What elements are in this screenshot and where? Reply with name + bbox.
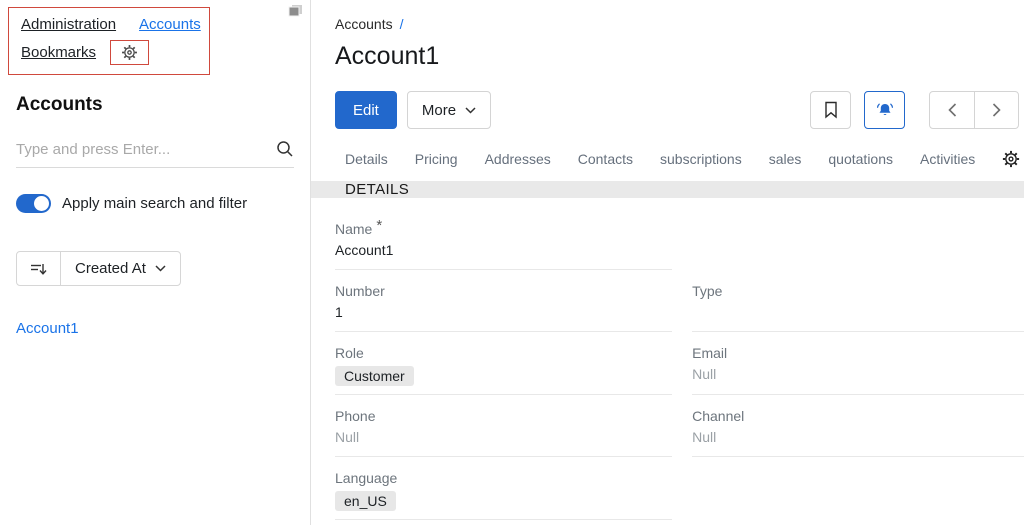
field-email: Email Null [692, 345, 1024, 395]
field-number: Number 1 [335, 283, 673, 332]
chevron-down-icon [465, 106, 476, 114]
more-dropdown-button[interactable]: More [406, 91, 492, 129]
field-name-label: Name * [335, 217, 383, 237]
sort-descending-icon [30, 261, 47, 277]
field-language-label: Language [335, 470, 398, 486]
main-panel: Accounts / Account1 Edit More Details Pr… [311, 0, 1024, 525]
breadcrumb-separator: / [399, 16, 404, 32]
nav-link-accounts[interactable]: Accounts [139, 16, 201, 33]
tab-subscriptions[interactable]: subscriptions [660, 151, 742, 167]
details-fields-grid: Name * Account1 Number 1 Type Role Custom… [311, 217, 1024, 525]
previous-record-button[interactable] [930, 92, 974, 128]
role-badge: Customer [335, 366, 414, 386]
annotation-gear-box [110, 40, 150, 65]
filter-toggle-label: Apply main search and filter [62, 195, 248, 212]
bell-icon [875, 101, 895, 119]
record-pagination [929, 91, 1020, 129]
record-list-item-account1[interactable]: Account1 [16, 320, 294, 337]
toolbar: Edit More [335, 91, 1020, 129]
field-role-label: Role [335, 345, 364, 361]
settings-gear-icon[interactable] [121, 44, 138, 61]
field-name: Name * Account1 [335, 217, 673, 270]
search-icon[interactable] [276, 140, 294, 158]
field-type-value [692, 304, 1024, 323]
edit-button[interactable]: Edit [335, 91, 397, 129]
nav-link-bookmarks[interactable]: Bookmarks [21, 44, 96, 61]
details-section-header: DETAILS [311, 181, 1024, 198]
next-record-button[interactable] [974, 92, 1018, 128]
bookmark-icon [824, 101, 838, 119]
field-phone-value: Null [335, 429, 360, 445]
field-channel-value: Null [692, 429, 717, 445]
sidebar-heading: Accounts [16, 94, 103, 115]
nav-link-administration[interactable]: Administration [21, 16, 116, 33]
field-name-value: Account1 [335, 242, 394, 258]
language-badge: en_US [335, 491, 396, 511]
breadcrumb: Accounts / [335, 16, 1024, 32]
tab-sales[interactable]: sales [769, 151, 802, 167]
field-spacer [692, 470, 1024, 520]
field-type-label: Type [692, 283, 723, 299]
field-email-label: Email [692, 345, 728, 361]
more-label: More [421, 101, 457, 119]
sort-controls: Created At [16, 251, 181, 286]
bookmark-button[interactable] [810, 91, 852, 129]
field-number-value: 1 [335, 304, 343, 320]
field-phone: Phone Null [335, 408, 673, 457]
required-asterisk: * [376, 217, 383, 234]
field-channel-label: Channel [692, 408, 745, 424]
field-number-label: Number [335, 283, 385, 299]
tab-details[interactable]: Details [345, 151, 388, 167]
chevron-down-icon [155, 265, 166, 272]
tab-pricing[interactable]: Pricing [415, 151, 458, 167]
filter-toggle-row: Apply main search and filter [16, 194, 294, 213]
field-language: Language en_US [335, 470, 673, 520]
page-title: Account1 [335, 42, 440, 70]
tab-quotations[interactable]: quotations [828, 151, 893, 167]
field-channel: Channel Null [692, 408, 1024, 457]
field-email-value: Null [692, 366, 717, 382]
sort-direction-button[interactable] [17, 252, 61, 285]
search-input[interactable] [16, 140, 276, 158]
annotation-box: Administration Accounts Bookmarks [8, 7, 210, 75]
field-role-value: Customer [335, 366, 672, 386]
field-phone-label: Phone [335, 408, 376, 424]
field-type: Type [692, 283, 1024, 332]
field-role: Role Customer [335, 345, 673, 395]
tab-activities[interactable]: Activities [920, 151, 975, 167]
sidebar: Administration Accounts Bookmarks Accoun… [0, 0, 311, 525]
sidebar-search [16, 140, 294, 168]
record-tabs: Details Pricing Addresses Contacts subsc… [345, 150, 1020, 168]
reminder-bell-button[interactable] [864, 91, 906, 129]
tab-addresses[interactable]: Addresses [485, 151, 551, 167]
filter-toggle-switch[interactable] [16, 194, 51, 213]
sort-field-label: Created At [75, 260, 146, 277]
tabs-settings-gear-icon[interactable] [1002, 150, 1020, 168]
sort-field-dropdown[interactable]: Created At [61, 252, 180, 285]
tab-contacts[interactable]: Contacts [578, 151, 633, 167]
breadcrumb-parent[interactable]: Accounts [335, 16, 393, 32]
field-language-value: en_US [335, 491, 672, 511]
collapse-sidebar-icon[interactable] [288, 5, 303, 18]
field-spacer [692, 217, 1024, 270]
